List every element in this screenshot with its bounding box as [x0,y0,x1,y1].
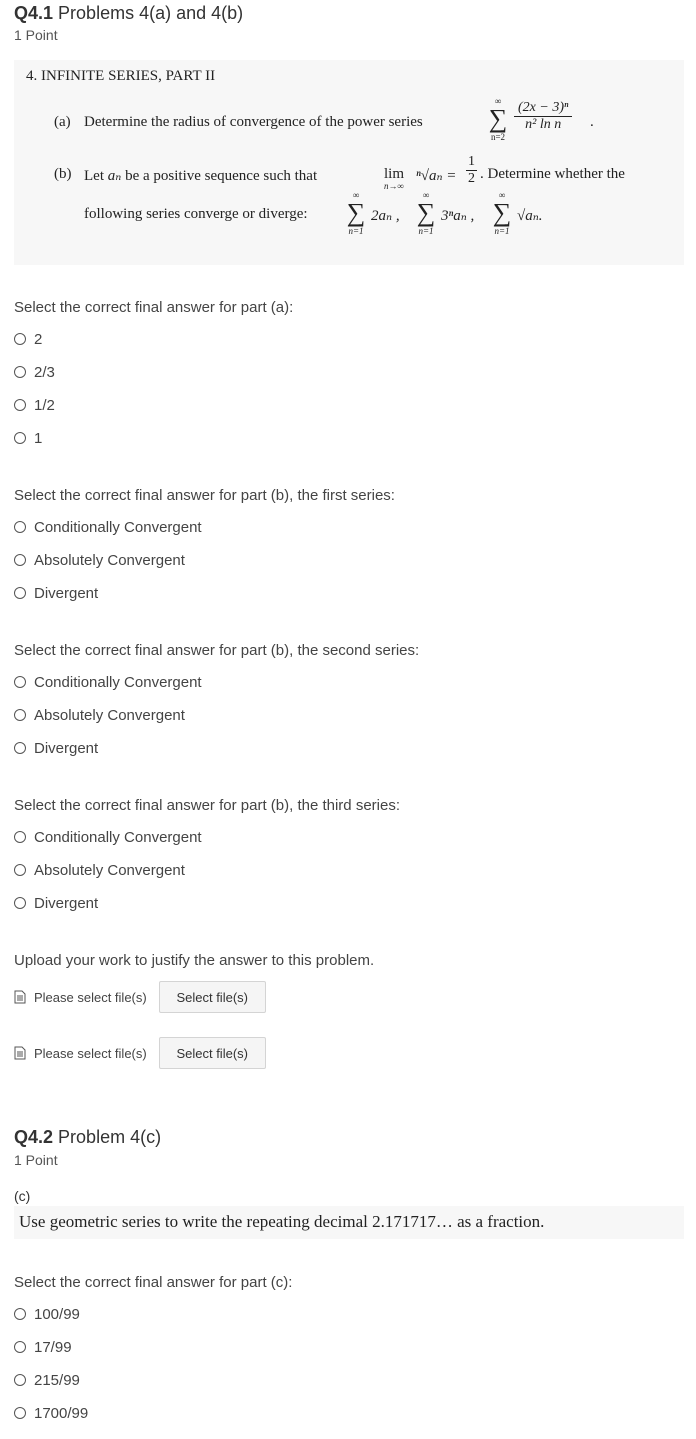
option-b3-1[interactable]: Conditionally Convergent [14,826,202,848]
part-a-sum: ∞ ∑ n=2 [488,96,508,142]
option-c-2[interactable]: 17/99 [14,1336,72,1358]
series-1: 2aₙ , [371,208,400,224]
question-title-q42: Q4.2 Problem 4(c) [14,1127,161,1148]
radio-icon[interactable] [14,432,26,444]
upload-row-2: Please select file(s) Select file(s) [14,1037,266,1069]
option-b1-1[interactable]: Conditionally Convergent [14,516,202,538]
option-a-3[interactable]: 1/2 [14,394,55,416]
question-number: Q4.2 [14,1127,54,1147]
radio-icon[interactable] [14,831,26,843]
part-b-root: ⁿ√aₙ = [416,168,457,184]
problem-statement-image: 4. INFINITE SERIES, PART II (a) Determin… [14,60,684,265]
radio-icon[interactable] [14,521,26,533]
radio-icon[interactable] [14,366,26,378]
part-a-denominator: n² ln n [525,117,562,132]
question-points: 1 Point [14,1152,58,1168]
prompt-part-c: Select the correct final answer for part… [14,1274,293,1291]
part-b-line1-end: . Determine whether the [480,166,625,182]
series-3-sum: ∞ ∑ n=1 [492,190,512,236]
prompt-part-b2: Select the correct final answer for part… [14,642,420,659]
option-c-3[interactable]: 215/99 [14,1369,80,1391]
part-c-label: (c) [14,1188,31,1204]
radio-icon[interactable] [14,1407,26,1419]
radio-icon[interactable] [14,864,26,876]
prompt-part-b1: Select the correct final answer for part… [14,487,395,504]
problem-c-image: Use geometric series to write the repeat… [14,1206,684,1239]
radio-icon[interactable] [14,333,26,345]
radio-icon[interactable] [14,399,26,411]
option-a-1[interactable]: 2 [14,328,42,350]
series-2: 3ⁿaₙ , [441,208,475,224]
radio-icon[interactable] [14,897,26,909]
radio-icon[interactable] [14,1308,26,1320]
option-b2-2[interactable]: Absolutely Convergent [14,704,185,726]
option-c-4[interactable]: 1700/99 [14,1402,88,1424]
problem-heading: 4. INFINITE SERIES, PART II [26,68,216,84]
part-b-label: (b) [54,166,72,182]
question-name: Problem 4(c) [58,1127,162,1147]
radio-icon[interactable] [14,554,26,566]
series-1-sum: ∞ ∑ n=1 [346,190,366,236]
radio-icon[interactable] [14,676,26,688]
part-a-numerator: (2x − 3)ⁿ [514,100,573,117]
radio-icon[interactable] [14,1341,26,1353]
question-number: Q4.1 [14,3,54,23]
option-b2-3[interactable]: Divergent [14,737,98,759]
upload-label: Please select file(s) [34,989,147,1005]
option-b1-2[interactable]: Absolutely Convergent [14,549,185,571]
prompt-part-b3: Select the correct final answer for part… [14,797,400,814]
upload-label: Please select file(s) [34,1045,147,1061]
radio-icon[interactable] [14,709,26,721]
prompt-part-a: Select the correct final answer for part… [14,299,294,316]
option-a-4[interactable]: 1 [14,427,42,449]
option-b2-1[interactable]: Conditionally Convergent [14,671,202,693]
part-a-text: Determine the radius of convergence of t… [84,114,423,130]
part-b-limit: lim n→∞ [384,166,405,191]
part-b-line2: following series converge or diverge: [84,206,308,222]
file-icon [14,1046,26,1060]
radio-icon[interactable] [14,742,26,754]
option-b3-2[interactable]: Absolutely Convergent [14,859,185,881]
question-title-q41: Q4.1 Problems 4(a) and 4(b) [14,3,243,24]
option-b1-3[interactable]: Divergent [14,582,98,604]
question-points: 1 Point [14,27,58,43]
part-b-half: 1 2 [466,154,477,186]
problem-c-text: Use geometric series to write the repeat… [19,1212,545,1231]
part-a-fraction: (2x − 3)ⁿ n² ln n [514,100,573,133]
radio-icon[interactable] [14,1374,26,1386]
question-name: Problems 4(a) and 4(b) [58,3,244,23]
select-files-button[interactable]: Select file(s) [158,981,266,1013]
series-3: √aₙ. [517,208,543,224]
file-icon [14,990,26,1004]
select-files-button[interactable]: Select file(s) [158,1037,266,1069]
option-a-2[interactable]: 2/3 [14,361,55,383]
upload-row-1: Please select file(s) Select file(s) [14,981,266,1013]
series-2-sum: ∞ ∑ n=1 [416,190,436,236]
part-a-label: (a) [54,114,71,130]
option-b3-3[interactable]: Divergent [14,892,98,914]
radio-icon[interactable] [14,587,26,599]
upload-prompt: Upload your work to justify the answer t… [14,952,375,969]
option-c-1[interactable]: 100/99 [14,1303,80,1325]
part-b-line1: Let aₙ be a positive sequence such that [84,168,318,184]
